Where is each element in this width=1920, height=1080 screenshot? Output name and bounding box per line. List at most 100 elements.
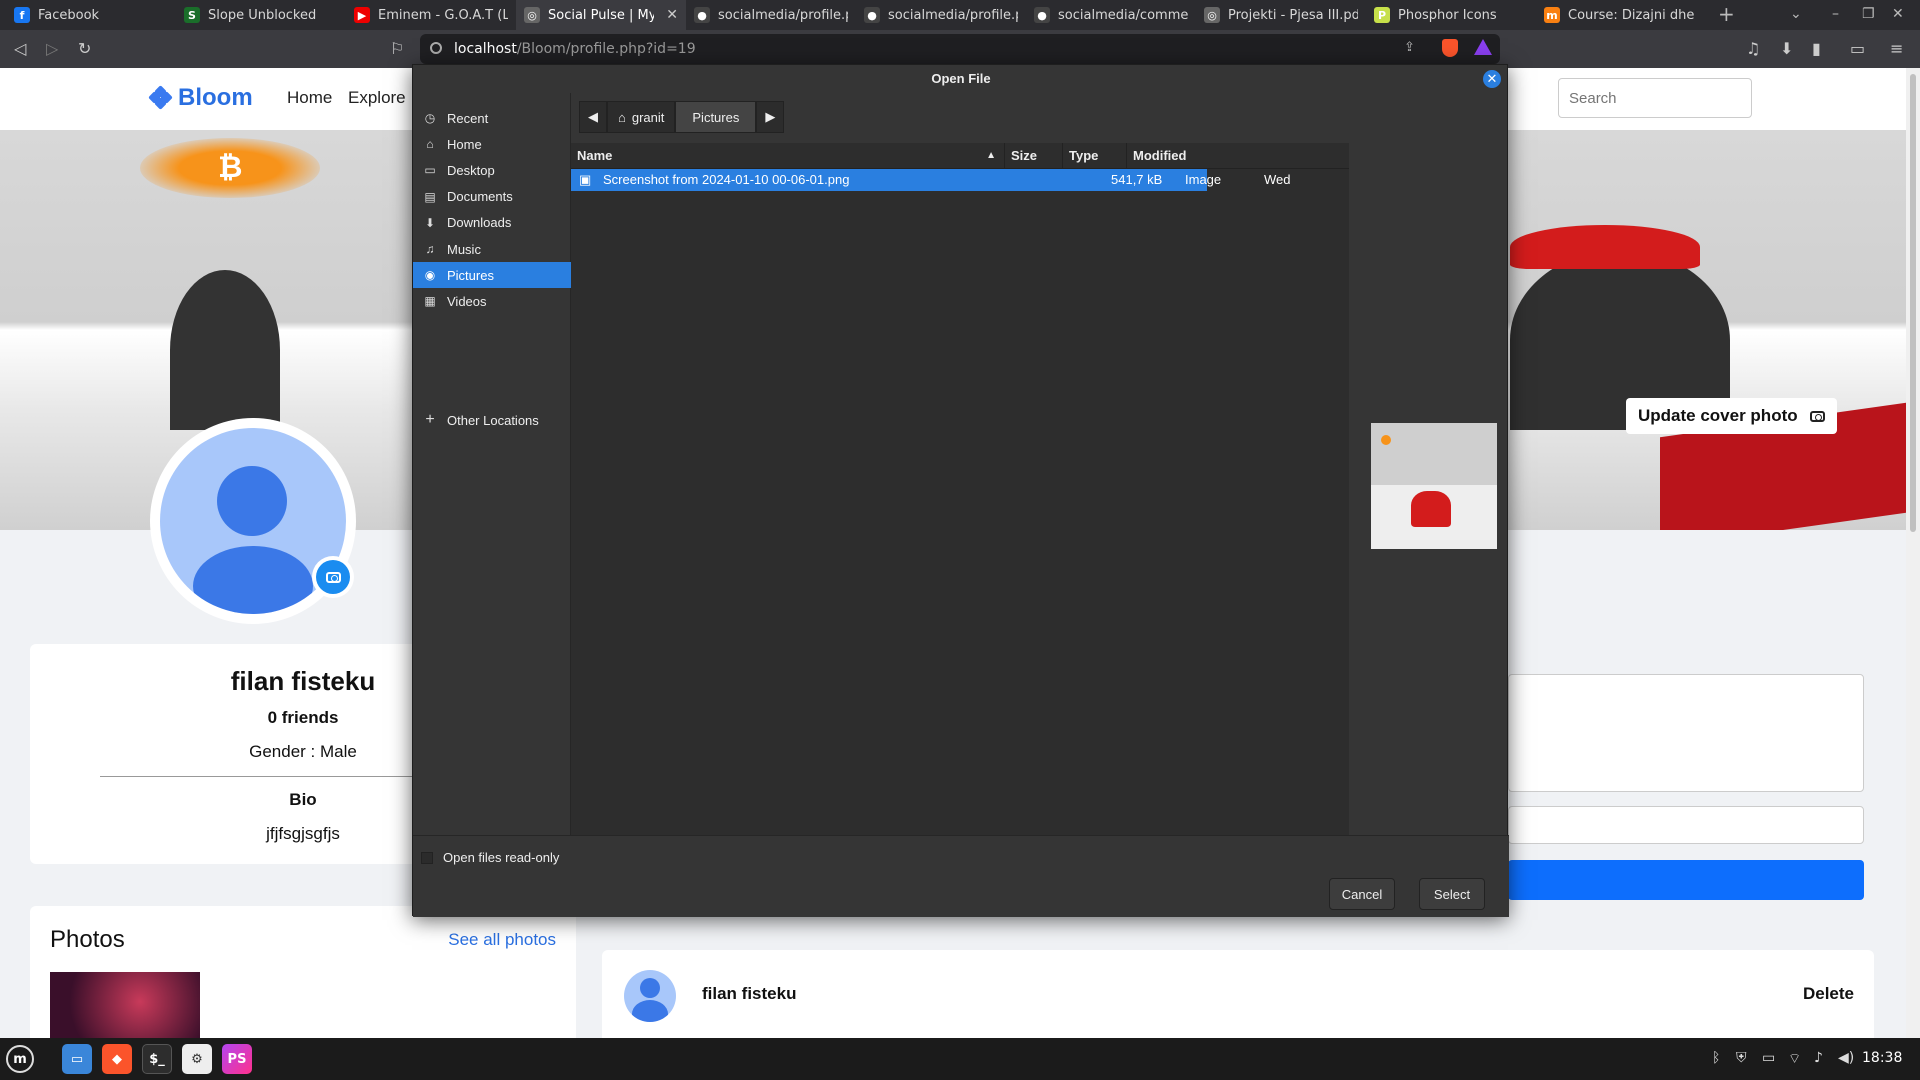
post-image-input[interactable] (1508, 806, 1864, 844)
readonly-checkbox[interactable]: Open files read-only (421, 850, 559, 865)
post-author-name[interactable]: filan fisteku (702, 984, 796, 1004)
tab-title: Facebook (38, 7, 100, 23)
shield-icon[interactable]: ⛨ (1736, 1050, 1747, 1066)
file-row[interactable]: ▣ Screenshot from 2024-01-10 00-06-01.pn… (571, 169, 1291, 191)
address-bar[interactable]: localhost/Bloom/profile.php?id=19 ⇪ (420, 34, 1500, 64)
see-all-photos-link[interactable]: See all photos (448, 930, 556, 950)
browser-tab[interactable]: ◎ Projekti - Pjesa III.pdf (1196, 0, 1366, 30)
browser-tab[interactable]: ● socialmedia/profile.ph (856, 0, 1026, 30)
site-search-input[interactable] (1558, 78, 1752, 118)
share-icon[interactable]: ⇪ (1404, 40, 1415, 55)
terminal-icon[interactable]: $_ (142, 1044, 172, 1074)
mint-menu-icon[interactable]: m (6, 1045, 34, 1073)
new-tab-button[interactable]: + (1718, 2, 1735, 26)
volume-icon[interactable]: ◀) (1838, 1050, 1854, 1066)
column-type[interactable]: Type (1063, 143, 1127, 169)
update-cover-photo-button[interactable]: Update cover photo (1626, 398, 1837, 434)
site-logo[interactable]: Bloom (148, 84, 253, 112)
post-submit-button[interactable] (1508, 860, 1864, 900)
browser-tab[interactable]: ▶ Eminem - G.O.A.T (L (346, 0, 516, 30)
music-icon: ♫ (425, 242, 435, 256)
maximize-icon[interactable]: ❐ (1862, 6, 1875, 22)
place-music[interactable]: ♫ Music (413, 236, 571, 262)
browser-tab[interactable]: ● socialmedia/comment (1026, 0, 1196, 30)
place-recent[interactable]: ◷ Recent (413, 105, 571, 131)
wifi-icon[interactable]: ⌔ (1788, 1050, 1801, 1068)
place-desktop[interactable]: ▭ Desktop (413, 157, 571, 183)
browser-tab[interactable]: P Phosphor Icons (1366, 0, 1536, 30)
camera-icon (325, 571, 341, 583)
browser-tab[interactable]: m Course: Dizajni dhe Zhv (1536, 0, 1706, 30)
url-path: /Bloom/profile.php?id=19 (516, 41, 696, 57)
files-icon[interactable]: ▭ (62, 1044, 92, 1074)
forward-icon[interactable]: ▷ (46, 39, 58, 58)
post-textarea[interactable] (1508, 674, 1864, 792)
cancel-button[interactable]: Cancel (1329, 878, 1395, 910)
column-name[interactable]: Name ▲ (571, 143, 1005, 169)
tab-list-chevron-icon[interactable]: ⌄ (1790, 6, 1802, 22)
bitcoin-icon: ₿ (218, 150, 243, 185)
change-avatar-button[interactable] (312, 556, 354, 598)
download-icon: ⬇ (424, 215, 436, 230)
path-back-icon[interactable]: ◀ (579, 101, 607, 133)
phpstorm-icon[interactable]: PS (222, 1044, 252, 1074)
image-file-icon: ▣ (579, 172, 592, 187)
downloads-icon[interactable]: ⬇ (1780, 39, 1793, 58)
browser-tab[interactable]: S Slope Unblocked (176, 0, 346, 30)
page-scrollbar[interactable] (1906, 68, 1920, 1038)
column-size[interactable]: Size (1005, 143, 1063, 169)
photos-card: Photos See all photos (30, 906, 576, 1038)
minimize-icon[interactable]: – (1832, 6, 1839, 22)
clock[interactable]: 18:38 (1862, 1050, 1902, 1066)
dialog-title: Open File (931, 71, 991, 86)
dialog-footer: Open files read-only Cancel Select (413, 835, 1509, 917)
place-pictures[interactable]: ◉ Pictures (413, 262, 571, 289)
column-modified[interactable]: Modified (1127, 143, 1207, 169)
media-icon[interactable]: ♫ (1746, 39, 1760, 58)
tab-title: socialmedia/profile.ph (888, 7, 1018, 23)
brave-shields-icon[interactable] (1442, 39, 1458, 57)
wallet-icon[interactable]: ▭ (1850, 39, 1865, 58)
bluetooth-icon[interactable]: ᛒ (1712, 1050, 1720, 1066)
menu-icon[interactable]: ≡ (1890, 39, 1903, 58)
bookmark-icon[interactable]: ⚐ (390, 39, 404, 58)
back-icon[interactable]: ◁ (14, 39, 26, 58)
place-label: Home (447, 136, 482, 152)
place-home[interactable]: ⌂ Home (413, 131, 571, 157)
place-videos[interactable]: ▦ Videos (413, 288, 571, 314)
nav-home-link[interactable]: Home (287, 88, 332, 108)
close-tab-icon[interactable]: ✕ (666, 7, 678, 23)
checkbox-box[interactable] (421, 851, 433, 864)
place-other-locations[interactable]: + Other Locations (413, 405, 571, 435)
place-documents[interactable]: ▤ Documents (413, 184, 571, 210)
site-logo-text: Bloom (178, 84, 253, 111)
browser-tab[interactable]: ● socialmedia/profile.ph (686, 0, 856, 30)
reload-icon[interactable]: ↻ (78, 39, 91, 58)
home-icon: ⌂ (618, 109, 626, 125)
brave-rewards-icon[interactable] (1474, 39, 1492, 55)
photo-thumbnail[interactable] (50, 972, 200, 1038)
delete-post-button[interactable]: Delete (1803, 984, 1854, 1004)
github-icon: ● (694, 7, 710, 23)
close-window-icon[interactable]: ✕ (1892, 6, 1904, 22)
file-list[interactable]: Name ▲ Size Type Modified ▣ Screenshot fr… (571, 143, 1349, 835)
browser-tab[interactable]: f Facebook (6, 0, 176, 30)
settings-icon[interactable]: ⚙ (182, 1044, 212, 1074)
path-forward-icon[interactable]: ▶ (756, 101, 785, 133)
film-icon: ▦ (424, 294, 436, 309)
document-icon: ▤ (424, 189, 436, 204)
select-button[interactable]: Select (1419, 878, 1485, 910)
vpn-icon[interactable]: ▭ (1762, 1050, 1775, 1066)
browser-tab[interactable]: ◎ Social Pulse | My P ✕ (516, 0, 686, 30)
site-info-icon[interactable] (430, 42, 442, 54)
dialog-close-icon[interactable]: ✕ (1483, 70, 1501, 88)
place-downloads[interactable]: ⬇ Downloads (413, 210, 571, 236)
path-segment-home[interactable]: ⌂ granit (607, 101, 676, 133)
brave-icon[interactable]: ◆ (102, 1044, 132, 1074)
moodle-icon: m (1544, 7, 1560, 23)
path-segment-current[interactable]: Pictures (675, 101, 757, 133)
open-file-dialog: Open File ✕ ◷ Recent ⌂ Home ▭ Desktop ▤ Documen… (412, 64, 1509, 917)
nav-explore-link[interactable]: Explore (348, 88, 406, 108)
music-tray-icon[interactable]: ♪ (1814, 1050, 1823, 1066)
sidebar-icon[interactable]: ▮ (1812, 39, 1821, 58)
